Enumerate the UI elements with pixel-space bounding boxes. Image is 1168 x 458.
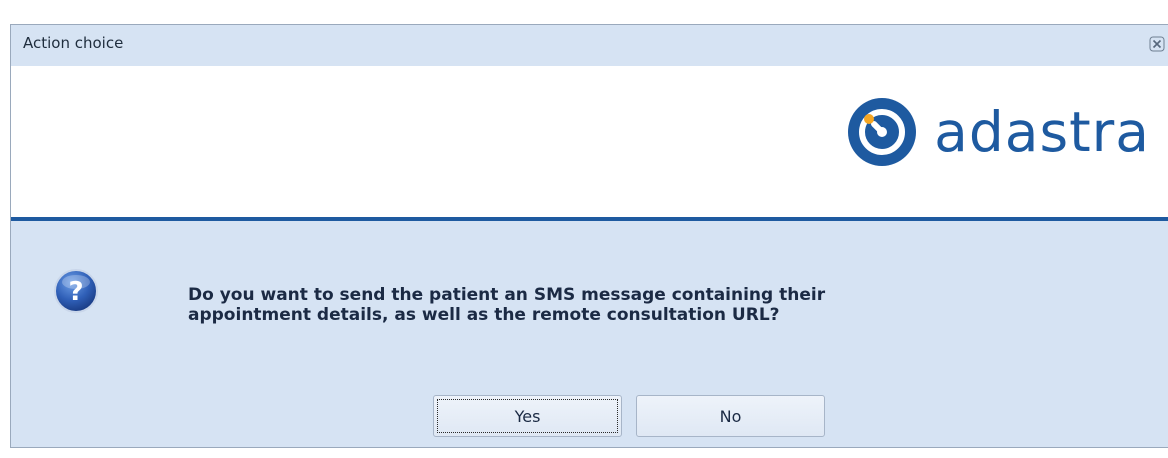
title-bar: Action choice bbox=[11, 25, 1168, 66]
banner-divider bbox=[11, 217, 1168, 221]
svg-text:?: ? bbox=[68, 277, 83, 307]
close-icon[interactable] bbox=[1146, 33, 1168, 55]
no-button-label: No bbox=[719, 406, 742, 426]
adastra-logo-text: adastra bbox=[934, 99, 1150, 164]
window-title: Action choice bbox=[23, 34, 124, 52]
question-icon: ? bbox=[53, 268, 99, 314]
adastra-logo: adastra bbox=[846, 92, 1150, 172]
action-choice-dialog: Action choice adastra ? Do you want to s… bbox=[10, 24, 1168, 448]
dialog-message: Do you want to send the patient an SMS m… bbox=[188, 285, 1088, 325]
yes-button[interactable]: Yes bbox=[433, 395, 622, 437]
message-line-1: Do you want to send the patient an SMS m… bbox=[188, 285, 826, 305]
adastra-logo-icon bbox=[848, 98, 917, 166]
focus-rectangle bbox=[437, 399, 618, 433]
no-button[interactable]: No bbox=[636, 395, 825, 437]
message-line-2: appointment details, as well as the remo… bbox=[188, 305, 780, 325]
